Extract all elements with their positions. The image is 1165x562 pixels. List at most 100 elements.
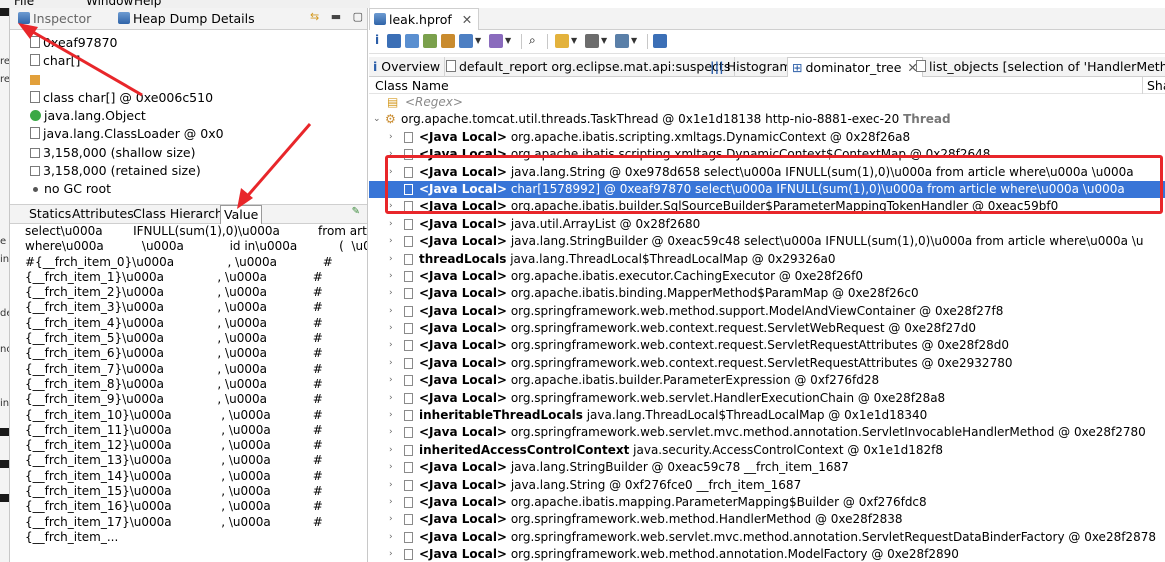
- detail-address[interactable]: 0xeaf97870: [10, 34, 367, 52]
- tree-row[interactable]: › <Java Local> org.springframework.web.se…: [369, 529, 1165, 546]
- tree-row[interactable]: › <Java Local> org.springframework.web.me…: [369, 511, 1165, 528]
- tree-row[interactable]: › <Java Local> org.apache.ibatis.scriptin…: [369, 146, 1165, 163]
- tree-row[interactable]: › <Java Local> java.lang.StringBuilder @ …: [369, 233, 1165, 250]
- detail-type[interactable]: char[]: [10, 52, 367, 70]
- tab-default-report[interactable]: default_report org.eclipse.mat.api:suspe…: [442, 57, 736, 77]
- menu-window[interactable]: Window: [86, 0, 133, 8]
- close-icon[interactable]: ✕: [462, 12, 472, 27]
- tab-list-objects[interactable]: list_objects [selection of 'HandlerMetho…: [912, 57, 1165, 77]
- tab-dominator-tree[interactable]: ⊞ dominator_tree ✕: [787, 57, 923, 77]
- inspector-icon: [18, 12, 30, 24]
- column-header: Class Name Sha: [369, 77, 1165, 94]
- tree-row[interactable]: › <Java Local> java.util.ArrayList @ 0x28…: [369, 216, 1165, 233]
- thread-icon[interactable]: [441, 34, 455, 48]
- pin-icon[interactable]: ✎: [352, 206, 360, 217]
- tab-histogram[interactable]: ||| Histogram: [706, 57, 797, 77]
- detail-classloader[interactable]: java.lang.ClassLoader @ 0x0: [10, 125, 367, 143]
- tree-row[interactable]: › <Java Local> org.springframework.web.me…: [369, 546, 1165, 562]
- expand-icon[interactable]: ›: [389, 164, 399, 181]
- thread-row[interactable]: ⌄ ⚙ org.apache.tomcat.util.threads.TaskT…: [369, 111, 1165, 128]
- chart-icon[interactable]: [653, 34, 667, 48]
- expand-icon[interactable]: ›: [389, 268, 399, 285]
- detail-hierarchy[interactable]: [10, 71, 367, 89]
- tree-row[interactable]: › inheritedAccessControlContext java.secu…: [369, 442, 1165, 459]
- expand-icon[interactable]: ›: [389, 477, 399, 494]
- object-icon: [404, 462, 413, 474]
- expand-icon[interactable]: ›: [389, 198, 399, 215]
- regex-filter-row[interactable]: ▤ <Regex>: [369, 94, 1165, 111]
- tab-heap-dump-details[interactable]: Heap Dump Details: [114, 8, 261, 30]
- tree-row[interactable]: › <Java Local> org.springframework.web.se…: [369, 390, 1165, 407]
- tree-row[interactable]: › <Java Local> java.lang.StringBuilder @ …: [369, 459, 1165, 476]
- tree-row[interactable]: › <Java Local> java.lang.String @ 0xe978d…: [369, 164, 1165, 181]
- tree-row[interactable]: › <Java Local> org.apache.ibatis.builder.…: [369, 372, 1165, 389]
- detail-class[interactable]: class char[] @ 0xe006c510: [10, 89, 367, 107]
- tree-row[interactable]: › <Java Local> java.lang.String @ 0xf276f…: [369, 477, 1165, 494]
- expand-icon[interactable]: ›: [389, 233, 399, 250]
- heap-file-icon: [374, 13, 386, 25]
- menu-file[interactable]: File: [14, 0, 34, 8]
- expand-icon[interactable]: ›: [389, 407, 399, 424]
- tab-overview[interactable]: i Overview: [369, 57, 446, 77]
- sync-icon[interactable]: ⇆: [310, 10, 319, 23]
- tree-row[interactable]: › <Java Local> org.apache.ibatis.binding.…: [369, 285, 1165, 302]
- value-text-area[interactable]: select\u000a IFNULL(sum(1),0)\u000a from…: [10, 224, 367, 562]
- tree-row[interactable]: › threadLocals java.lang.ThreadLocal$Thre…: [369, 251, 1165, 268]
- expand-icon[interactable]: ›: [389, 529, 399, 546]
- tree-row[interactable]: › <Java Local> org.springframework.web.se…: [369, 424, 1165, 441]
- expand-icon[interactable]: ›: [389, 459, 399, 476]
- expand-icon[interactable]: ›: [389, 251, 399, 268]
- tree-row[interactable]: › <Java Local> org.apache.ibatis.mapping.…: [369, 494, 1165, 511]
- maximize-icon[interactable]: ▢: [353, 10, 363, 23]
- tree-row[interactable]: › <Java Local> org.apache.ibatis.builder.…: [369, 198, 1165, 215]
- oql-icon[interactable]: [423, 34, 437, 48]
- menu-help[interactable]: Help: [134, 0, 161, 8]
- minimize-icon[interactable]: ▬: [331, 10, 341, 23]
- expand-icon[interactable]: ›: [389, 511, 399, 528]
- tab-leak-hprof[interactable]: leak.hprof ✕: [369, 8, 480, 30]
- value-line: {__frch_item_14}\u000a , \u000a #: [25, 468, 323, 483]
- collapse-icon[interactable]: ⌄: [373, 111, 383, 128]
- tab-inspector[interactable]: Inspector: [14, 8, 97, 30]
- expand-icon[interactable]: ›: [389, 442, 399, 459]
- expand-icon[interactable]: ›: [389, 372, 399, 389]
- expand-icon[interactable]: ›: [389, 320, 399, 337]
- tree-row[interactable]: › <Java Local> org.springframework.web.co…: [369, 320, 1165, 337]
- editor-toolbar: i ▼ ▼ ⌕ ▼ ▼ ▼: [369, 30, 1165, 54]
- expand-icon[interactable]: ›: [389, 146, 399, 163]
- detail-superclass[interactable]: java.lang.Object: [10, 107, 367, 125]
- expand-icon[interactable]: ›: [389, 546, 399, 562]
- tree-row[interactable]: › <Java Local> org.springframework.web.me…: [369, 303, 1165, 320]
- tree-row[interactable]: › inheritableThreadLocals java.lang.Threa…: [369, 407, 1165, 424]
- tree-row[interactable]: › <Java Local> org.apache.ibatis.scriptin…: [369, 129, 1165, 146]
- group-icon[interactable]: [555, 34, 569, 48]
- expand-icon[interactable]: ›: [389, 355, 399, 372]
- query-browser-icon[interactable]: [459, 34, 473, 48]
- expand-icon[interactable]: ›: [389, 303, 399, 320]
- histogram-icon[interactable]: [387, 34, 401, 48]
- tree-row[interactable]: › <Java Local> org.springframework.web.co…: [369, 355, 1165, 372]
- tree-row[interactable]: › <Java Local> org.springframework.web.co…: [369, 337, 1165, 354]
- tab-value[interactable]: Value: [220, 205, 263, 224]
- tab-attributes[interactable]: Attributes: [69, 205, 137, 224]
- info-icon[interactable]: i: [375, 33, 379, 47]
- expand-icon[interactable]: ›: [389, 285, 399, 302]
- regex-input[interactable]: <Regex>: [405, 94, 463, 111]
- report-icon[interactable]: [489, 34, 503, 48]
- tab-class-hierarchy[interactable]: Class Hierarchy: [130, 205, 233, 224]
- export-icon[interactable]: [615, 34, 629, 48]
- expand-icon[interactable]: ›: [389, 494, 399, 511]
- tree-row-selected[interactable]: <Java Local> char[1578992] @ 0xeaf97870 …: [369, 180, 1165, 199]
- column-class-name[interactable]: Class Name: [375, 78, 449, 93]
- expand-icon[interactable]: ›: [389, 216, 399, 233]
- search-icon[interactable]: ⌕: [529, 33, 536, 48]
- tree-row[interactable]: › <Java Local> org.apache.ibatis.executor…: [369, 268, 1165, 285]
- expand-icon[interactable]: ›: [389, 390, 399, 407]
- expand-icon[interactable]: ›: [389, 424, 399, 441]
- tab-statics[interactable]: Statics: [26, 205, 74, 224]
- calc-icon[interactable]: [585, 34, 599, 48]
- expand-icon[interactable]: ›: [389, 337, 399, 354]
- expand-icon[interactable]: ›: [389, 129, 399, 146]
- dominator-icon[interactable]: [405, 34, 419, 48]
- column-shallow-heap[interactable]: Sha: [1147, 77, 1165, 94]
